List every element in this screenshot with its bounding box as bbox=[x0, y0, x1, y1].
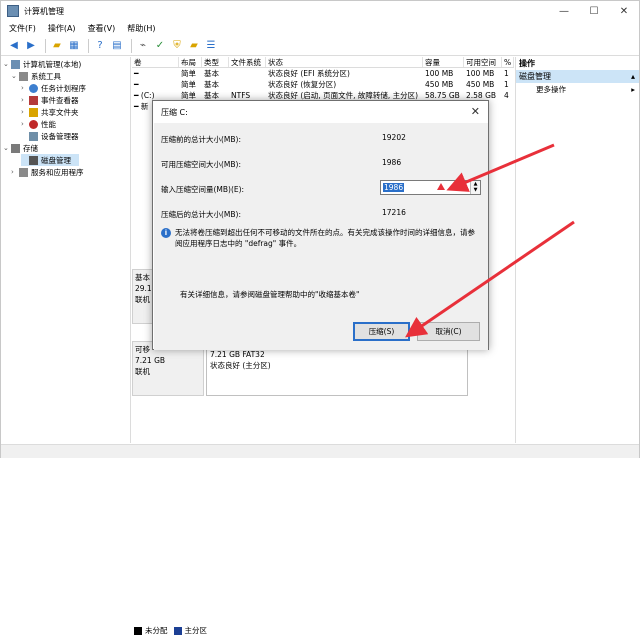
tools-icon bbox=[19, 71, 28, 81]
shrink-dialog: 压缩 C: ✕ 压缩前的总计大小(MB): 19202 可用压缩空间大小(MB)… bbox=[152, 100, 489, 350]
tree-item-services-apps[interactable]: › 服务和应用程序 bbox=[11, 166, 84, 178]
event-viewer-icon bbox=[29, 95, 38, 105]
navigation-tree: ⌄ 计算机管理(本地) ⌄ 系统工具 › 任务计划程序 › 事件查看器 › 共享文件夹 ›… bbox=[1, 57, 131, 443]
up-folder-icon[interactable]: ▰ bbox=[50, 39, 64, 53]
shared-folder-icon bbox=[29, 107, 38, 117]
tree-item-event-viewer[interactable]: › 事件查看器 bbox=[21, 94, 79, 106]
total-before-label: 压缩前的总计大小(MB): bbox=[161, 135, 241, 144]
shield-icon[interactable]: ⛨ bbox=[170, 39, 184, 53]
forward-arrow-icon[interactable]: ▶ bbox=[24, 39, 38, 53]
actions-disk-management[interactable]: 磁盘管理 ▴ bbox=[516, 70, 639, 83]
performance-icon bbox=[29, 119, 38, 129]
toolbar: ◀ ▶ ▰ ▦ ? ▤ ⌁ ✓ ⛨ ▰ ☰ bbox=[1, 36, 639, 56]
menu-bar: 文件(F) 操作(A) 查看(V) 帮助(H) bbox=[1, 21, 639, 36]
col-percent[interactable]: % bbox=[502, 57, 514, 67]
show-tree-icon[interactable]: ▦ bbox=[67, 39, 81, 53]
storage-icon bbox=[11, 143, 20, 153]
services-icon bbox=[19, 167, 28, 177]
tree-item-performance[interactable]: › 性能 bbox=[21, 118, 56, 130]
dialog-title-bar: 压缩 C: ✕ bbox=[153, 101, 488, 123]
status-bar bbox=[1, 444, 639, 458]
shrink-amount-stepper[interactable]: ▲ ▼ bbox=[470, 181, 480, 194]
collapse-icon: ▴ bbox=[630, 72, 635, 81]
computer-management-icon bbox=[7, 5, 19, 17]
maximize-button[interactable]: ☐ bbox=[579, 1, 609, 21]
menu-file[interactable]: 文件(F) bbox=[9, 23, 36, 34]
col-status[interactable]: 状态 bbox=[266, 57, 423, 67]
actions-header: 操作 bbox=[519, 59, 535, 68]
shrink-button[interactable]: 压缩(S) bbox=[353, 322, 410, 341]
tree-item-device-manager[interactable]: 设备管理器 bbox=[21, 130, 79, 142]
clock-icon bbox=[29, 83, 38, 93]
window-title: 计算机管理 bbox=[24, 6, 64, 16]
computer-icon bbox=[11, 59, 20, 69]
actions-pane: 操作 磁盘管理 ▴ 更多操作 ▸ bbox=[515, 57, 639, 443]
cancel-button[interactable]: 取消(C) bbox=[417, 322, 480, 341]
table-row[interactable]: ━ 简单 基本 状态良好 (恢复分区) 450 MB 450 MB 1 bbox=[132, 80, 514, 90]
submenu-arrow-icon: ▸ bbox=[631, 85, 635, 94]
dialog-footer: 压缩(S) 取消(C) bbox=[154, 313, 488, 350]
folder-icon[interactable]: ▰ bbox=[187, 39, 201, 53]
connect-icon[interactable]: ⌁ bbox=[136, 39, 150, 53]
help-icon[interactable]: ? bbox=[93, 39, 107, 53]
more-actions-item[interactable]: 更多操作 ▸ bbox=[516, 83, 639, 96]
menu-view[interactable]: 查看(V) bbox=[88, 23, 116, 34]
check-icon[interactable]: ✓ bbox=[153, 39, 167, 53]
menu-action[interactable]: 操作(A) bbox=[48, 23, 76, 34]
shrink-amount-input[interactable]: 1986 ▲ ▼ bbox=[380, 180, 481, 195]
unallocated-swatch bbox=[134, 626, 142, 635]
device-manager-icon bbox=[29, 131, 38, 141]
title-bar: 计算机管理 — ☐ ✕ bbox=[1, 1, 639, 21]
tree-item-system-tools[interactable]: ⌄ 系统工具 bbox=[11, 70, 61, 82]
shrink-amount-label: 输入压缩空间量(MB)(E): bbox=[161, 185, 245, 194]
total-after-value: 17216 bbox=[380, 206, 480, 219]
dialog-close-icon[interactable]: ✕ bbox=[471, 105, 480, 118]
tree-item-disk-management[interactable]: 磁盘管理 bbox=[21, 154, 79, 166]
view-list-icon[interactable]: ☰ bbox=[204, 39, 218, 53]
table-row[interactable]: ━ 简单 基本 状态良好 (EFI 系统分区) 100 MB 100 MB 1 bbox=[132, 69, 514, 79]
col-free-space[interactable]: 可用空间 bbox=[464, 57, 502, 67]
legend: 未分配 主分区 bbox=[132, 625, 207, 636]
dialog-body: 压缩前的总计大小(MB): 19202 可用压缩空间大小(MB): 1986 输… bbox=[154, 123, 488, 313]
available-label: 可用压缩空间大小(MB): bbox=[161, 160, 241, 169]
properties-icon[interactable]: ▤ bbox=[110, 39, 124, 53]
primary-partition-swatch bbox=[173, 626, 182, 635]
col-volume[interactable]: 卷 bbox=[132, 57, 179, 67]
info-icon: i bbox=[161, 228, 171, 238]
col-type[interactable]: 类型 bbox=[202, 57, 229, 67]
col-capacity[interactable]: 容量 bbox=[423, 57, 464, 67]
spin-down-icon: ▼ bbox=[473, 187, 478, 193]
tree-item-storage[interactable]: ⌄ 存储 bbox=[3, 142, 38, 154]
tree-item-task-scheduler[interactable]: › 任务计划程序 bbox=[21, 82, 86, 94]
tree-item-shared-folders[interactable]: › 共享文件夹 bbox=[21, 106, 79, 118]
info-message: i 无法将卷压缩到超出任何不可移动的文件所在的点。有关完成该操作时间的详细信息，… bbox=[161, 227, 481, 249]
available-value: 1986 bbox=[380, 156, 480, 169]
dialog-title: 压缩 C: bbox=[161, 107, 188, 117]
total-before-value: 19202 bbox=[380, 131, 480, 144]
back-arrow-icon[interactable]: ◀ bbox=[7, 39, 21, 53]
total-after-label: 压缩后的总计大小(MB): bbox=[161, 210, 241, 219]
col-filesystem[interactable]: 文件系统 bbox=[229, 57, 266, 67]
tree-item-computer-management[interactable]: ⌄ 计算机管理(本地) bbox=[3, 58, 81, 70]
minimize-button[interactable]: — bbox=[549, 1, 579, 21]
menu-help[interactable]: 帮助(H) bbox=[127, 23, 155, 34]
volume-table-header: 卷 布局 类型 文件系统 状态 容量 可用空间 % bbox=[132, 57, 514, 68]
close-button[interactable]: ✕ bbox=[609, 1, 639, 21]
more-info-text: 有关详细信息，请参阅磁盘管理帮助中的"收缩基本卷" bbox=[180, 290, 360, 299]
disk-icon bbox=[29, 155, 38, 165]
col-layout[interactable]: 布局 bbox=[179, 57, 202, 67]
